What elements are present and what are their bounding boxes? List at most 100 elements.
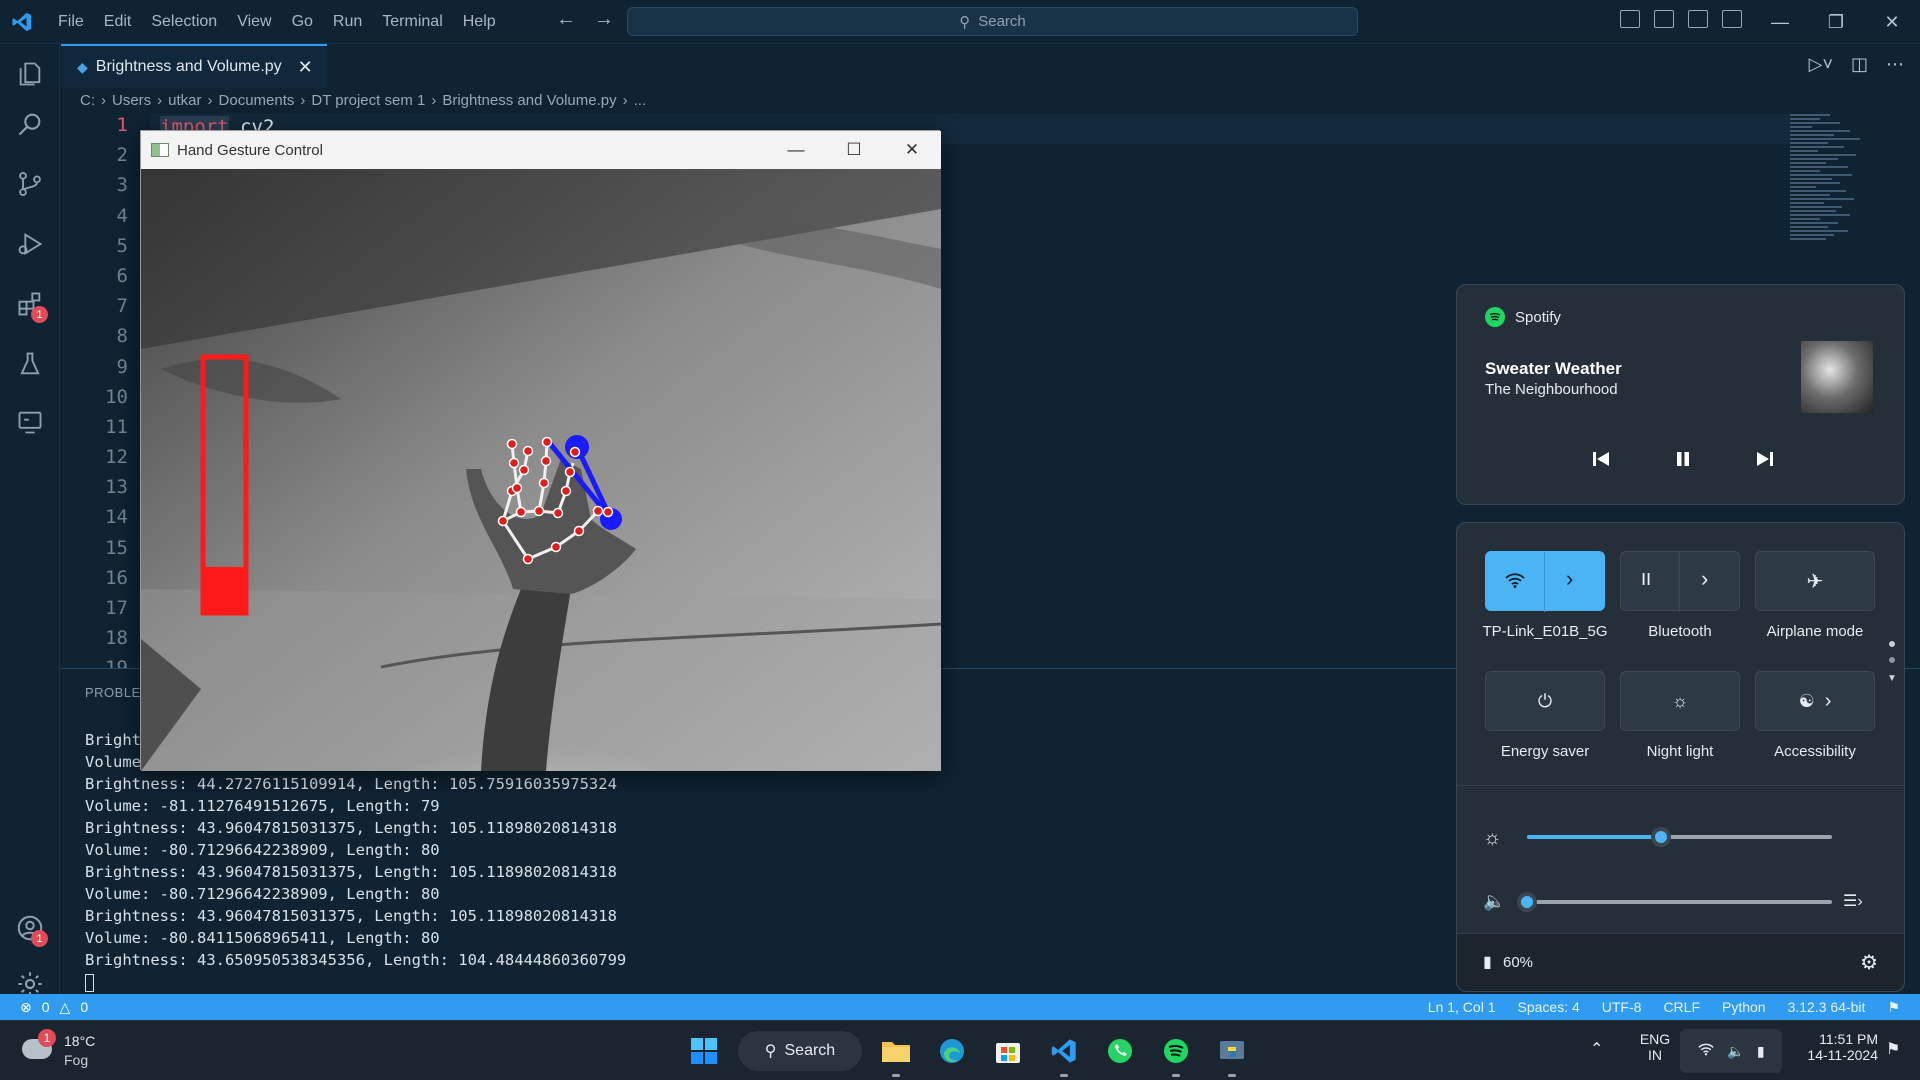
breadcrumb-drive[interactable]: C: xyxy=(80,92,95,109)
input-indicator[interactable]: ENG IN xyxy=(1634,1031,1676,1063)
terminal-line: Brightness: 43.96047815031375, Length: 1… xyxy=(85,863,617,881)
close-icon[interactable]: ✕ xyxy=(1864,0,1920,44)
more-actions-icon[interactable]: ⋯ xyxy=(1886,54,1904,75)
brightness-slider-thumb[interactable] xyxy=(1651,827,1672,847)
toggle-primary-sidebar-icon[interactable] xyxy=(1620,10,1640,28)
weather-widget[interactable]: 1 18°C Fog xyxy=(20,1029,120,1073)
extensions-icon[interactable]: 1 xyxy=(0,280,60,328)
line-number: 8 xyxy=(116,325,128,348)
breadcrumb-user[interactable]: utkar xyxy=(168,92,201,109)
tab-brightness-and-volume[interactable]: ◆ Brightness and Volume.py ✕ xyxy=(61,44,327,88)
pause-button[interactable] xyxy=(1663,439,1703,479)
breadcrumb-project[interactable]: DT project sem 1 xyxy=(311,92,425,109)
toggle-panel-icon[interactable] xyxy=(1654,10,1674,28)
python-interpreter[interactable]: 3.12.3 64-bit xyxy=(1788,999,1866,1016)
next-track-button[interactable] xyxy=(1745,439,1785,479)
night-light-tile-label: Night light xyxy=(1646,743,1714,760)
battery-percent[interactable]: 60% xyxy=(1503,954,1533,971)
source-control-icon[interactable] xyxy=(0,160,60,208)
cursor-position[interactable]: Ln 1, Col 1 xyxy=(1428,999,1496,1016)
audio-output-icon[interactable]: ☰› xyxy=(1843,891,1863,911)
customize-layout-icon[interactable] xyxy=(1722,10,1742,28)
remote-explorer-icon[interactable] xyxy=(0,398,60,446)
page-down-icon[interactable]: ▼ xyxy=(1887,673,1897,684)
bluetooth-chevron-icon[interactable]: › xyxy=(1701,566,1708,592)
song-title: Sweater Weather xyxy=(1485,359,1622,378)
run-debug-icon[interactable] xyxy=(0,220,60,268)
wifi-tile[interactable]: › xyxy=(1485,551,1605,612)
line-ending[interactable]: CRLF xyxy=(1663,999,1700,1016)
run-file-icon[interactable]: ▷˅ xyxy=(1809,54,1833,75)
breadcrumb-symbol[interactable]: ... xyxy=(634,92,647,109)
taskbar: 1 18°C Fog ⚲ Search ⌃ ENG IN 🔈 ▮ 11:51 P… xyxy=(0,1020,1920,1080)
breadcrumb-file[interactable]: Brightness and Volume.py xyxy=(442,92,616,109)
page-indicator[interactable]: ▼ xyxy=(1887,641,1897,684)
notification-center-icon[interactable]: ⚑ xyxy=(1886,1039,1900,1059)
battery-icon[interactable]: ▮ xyxy=(1483,952,1492,972)
problems-status[interactable]: ⊗ 0 △ 0 xyxy=(20,999,88,1016)
file-encoding[interactable]: UTF-8 xyxy=(1602,999,1642,1016)
explorer-icon[interactable] xyxy=(0,50,60,98)
menu-edit[interactable]: Edit xyxy=(94,0,142,44)
split-editor-icon[interactable]: ◫ xyxy=(1851,54,1868,75)
menu-terminal[interactable]: Terminal xyxy=(372,0,452,44)
search-view-icon[interactable] xyxy=(0,100,60,148)
menu-selection[interactable]: Selection xyxy=(141,0,227,44)
breadcrumb-documents[interactable]: Documents xyxy=(219,92,295,109)
previous-track-button[interactable] xyxy=(1581,439,1621,479)
edge-button[interactable] xyxy=(930,1029,974,1073)
menu-view[interactable]: View xyxy=(227,0,281,44)
line-number: 13 xyxy=(105,476,128,499)
accessibility-chevron-icon[interactable]: › xyxy=(1825,690,1832,713)
whatsapp-button[interactable] xyxy=(1098,1029,1142,1073)
notifications-bell-icon[interactable]: ⚑ xyxy=(1887,999,1900,1016)
file-explorer-button[interactable] xyxy=(874,1029,918,1077)
show-hidden-icons[interactable]: ⌃ xyxy=(1590,1039,1603,1059)
start-button[interactable] xyxy=(682,1029,726,1073)
volume-slider-thumb[interactable] xyxy=(1517,892,1537,912)
menu-run[interactable]: Run xyxy=(323,0,372,44)
taskbar-search[interactable]: ⚲ Search xyxy=(738,1031,862,1071)
cv-maximize-icon[interactable]: ☐ xyxy=(825,131,883,169)
hand-gesture-title: Hand Gesture Control xyxy=(177,141,323,159)
song-artist: The Neighbourhood xyxy=(1485,381,1618,398)
testing-icon[interactable] xyxy=(0,340,60,388)
spotify-taskbar-button[interactable] xyxy=(1154,1029,1198,1077)
system-tray-group[interactable]: 🔈 ▮ xyxy=(1680,1029,1782,1073)
menu-file[interactable]: File xyxy=(48,0,94,44)
indentation[interactable]: Spaces: 4 xyxy=(1518,999,1580,1016)
accessibility-tile[interactable]: ☯ › xyxy=(1755,671,1875,731)
warning-count: 0 xyxy=(80,998,89,1015)
cv-close-icon[interactable]: ✕ xyxy=(883,131,941,169)
minimize-icon[interactable]: — xyxy=(1752,0,1808,44)
hand-gesture-window[interactable]: Hand Gesture Control — ☐ ✕ xyxy=(140,130,941,771)
accounts-icon[interactable]: 1 xyxy=(0,904,60,952)
terminal-line: Brightness: 43.96047815031375, Length: 1… xyxy=(85,819,617,837)
command-center-search[interactable]: ⚲ Search xyxy=(627,7,1358,36)
clock[interactable]: 11:51 PM 14-11-2024 xyxy=(1784,1031,1878,1063)
breadcrumb-users[interactable]: Users xyxy=(112,92,151,109)
night-light-tile[interactable]: ☼ xyxy=(1620,671,1740,731)
volume-slider[interactable] xyxy=(1527,900,1832,904)
python-taskbar-button[interactable] xyxy=(1210,1029,1254,1077)
menu-go[interactable]: Go xyxy=(282,0,323,44)
settings-icon[interactable]: ⚙ xyxy=(1860,950,1878,975)
speaker-muted-icon[interactable]: 🔈 xyxy=(1483,891,1505,912)
back-arrow-icon[interactable]: ← xyxy=(556,8,576,31)
restore-icon[interactable]: ❐ xyxy=(1808,0,1864,44)
hand-gesture-titlebar[interactable]: Hand Gesture Control — ☐ ✕ xyxy=(141,131,941,169)
store-button[interactable] xyxy=(986,1029,1030,1073)
wifi-chevron-icon[interactable]: › xyxy=(1566,566,1573,592)
airplane-mode-tile[interactable]: ✈ xyxy=(1755,551,1875,611)
language-mode[interactable]: Python xyxy=(1722,999,1766,1016)
menu-help[interactable]: Help xyxy=(453,0,506,44)
cv-minimize-icon[interactable]: — xyxy=(767,131,825,169)
energy-saver-tile[interactable]: ⏻ xyxy=(1485,671,1605,731)
bluetooth-tile[interactable]: װ › xyxy=(1620,551,1740,612)
minimap[interactable] xyxy=(1790,114,1906,284)
error-icon: ⊗ xyxy=(20,998,32,1015)
forward-arrow-icon[interactable]: → xyxy=(594,8,614,31)
tab-close-icon[interactable]: ✕ xyxy=(298,57,313,78)
vscode-taskbar-button[interactable] xyxy=(1042,1029,1086,1077)
toggle-secondary-sidebar-icon[interactable] xyxy=(1688,10,1708,28)
